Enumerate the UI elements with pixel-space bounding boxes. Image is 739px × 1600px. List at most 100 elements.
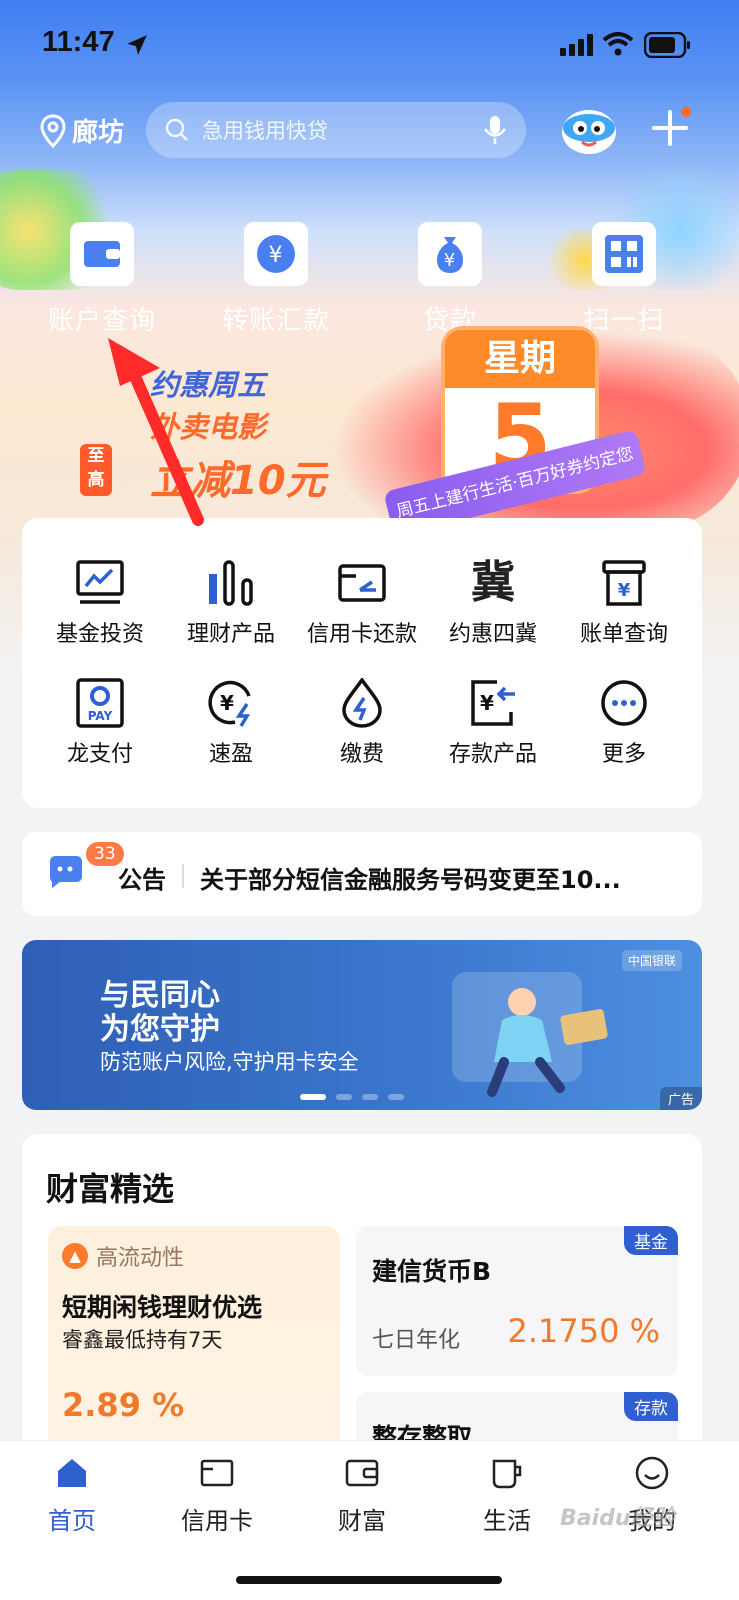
svg-text:¥: ¥	[220, 691, 234, 715]
quick-action-loan[interactable]: ¥ 贷款	[380, 222, 520, 337]
service-bill-query[interactable]: ¥ 账单查询	[556, 558, 692, 648]
credit-card-icon	[200, 1459, 234, 1487]
quick-action-scan[interactable]: 扫一扫	[554, 222, 694, 337]
service-label: 账单查询	[579, 622, 668, 647]
svg-text:¥: ¥	[444, 250, 456, 271]
service-credit-card-repay[interactable]: 信用卡还款	[294, 558, 430, 648]
service-label: 约惠四冀	[448, 622, 537, 647]
product-type-badge: 存款	[624, 1392, 678, 1421]
service-label: 理财产品	[186, 622, 275, 647]
service-label: 更多	[601, 742, 646, 767]
card-repay-icon	[338, 564, 386, 602]
service-suying[interactable]: ¥ 速盈	[163, 678, 299, 768]
cup-icon	[492, 1459, 522, 1489]
wealth-card-title: 短期闲钱理财优选	[62, 1293, 263, 1322]
tab-life[interactable]: 生活	[447, 1455, 567, 1536]
announcement-label: 公告	[118, 866, 166, 894]
wealth-product-card[interactable]: 基金 建信货币B 七日年化 2.1750 %	[356, 1226, 678, 1376]
location-pin-icon	[40, 113, 66, 148]
drop-bolt-icon	[342, 678, 382, 728]
location-selector[interactable]: 廊坊	[40, 112, 124, 149]
tab-label: 信用卡	[181, 1507, 253, 1535]
wallet-icon	[70, 222, 134, 286]
deposit-icon: ¥	[471, 680, 515, 726]
svg-text:PAY: PAY	[88, 709, 113, 723]
banner-subtitle: 防范账户风险,守护用卡安全	[100, 1050, 359, 1074]
status-time: 11:47	[42, 26, 115, 58]
ad-banner[interactable]: 与民同心 为您守护 防范账户风险,守护用卡安全 中国银联 广告	[22, 940, 702, 1110]
service-more[interactable]: 更多	[556, 678, 692, 768]
tab-label: 生活	[483, 1507, 531, 1535]
calendar-head: 星期	[445, 330, 595, 388]
svg-text:¥: ¥	[480, 691, 494, 715]
promo-badge: 至高	[80, 444, 112, 496]
home-icon	[58, 1459, 86, 1487]
home-indicator	[236, 1576, 502, 1584]
section-title: 财富精选	[46, 1170, 175, 1208]
service-label: 存款产品	[448, 742, 537, 767]
service-payment[interactable]: 缴费	[294, 678, 430, 768]
announcement-bar[interactable]: 33 公告 关于部分短信金融服务号码变更至10...	[22, 832, 702, 916]
service-wealth-products[interactable]: 理财产品	[163, 558, 299, 648]
wealth-tag-label: 高流动性	[96, 1246, 185, 1271]
banner-illustration	[452, 972, 608, 1097]
service-label: 速盈	[208, 742, 253, 767]
service-long-pay[interactable]: PAY 龙支付	[32, 678, 168, 768]
pay-icon: PAY	[76, 678, 124, 728]
more-icon	[601, 680, 647, 726]
product-metric-label: 七日年化	[372, 1328, 461, 1353]
scan-icon	[592, 222, 656, 286]
wifi-icon	[602, 32, 634, 56]
wallet-tab-icon	[345, 1459, 379, 1487]
search-input[interactable]: 急用钱用快贷	[146, 102, 526, 158]
announcement-text: 关于部分短信金融服务号码变更至10...	[200, 866, 621, 894]
svg-text:¥: ¥	[269, 243, 284, 268]
money-bag-icon: ¥	[418, 222, 482, 286]
service-fund-investment[interactable]: 基金投资	[32, 558, 168, 648]
quick-action-account-query[interactable]: 账户查询	[32, 222, 172, 337]
product-title: 建信货币B	[372, 1257, 492, 1286]
microphone-icon[interactable]	[482, 114, 508, 146]
ji-icon: 冀	[471, 557, 515, 608]
tab-home[interactable]: 首页	[12, 1455, 132, 1536]
quick-action-transfer[interactable]: ¥ 转账汇款	[206, 222, 346, 337]
ad-label: 广告	[659, 1087, 702, 1110]
promo-banner[interactable]: 约惠周五 外卖电影 至高 立减10元	[80, 362, 340, 512]
product-metric-value: 2.1750 %	[507, 1312, 660, 1350]
tab-credit-card[interactable]: 信用卡	[157, 1455, 277, 1536]
service-deposit-products[interactable]: ¥ 存款产品	[425, 678, 561, 768]
plus-icon[interactable]	[648, 106, 692, 150]
wealth-card-subtitle: 睿鑫最低持有7天	[62, 1328, 223, 1352]
promo-line2: 外卖电影	[150, 410, 267, 444]
quick-action-label: 转账汇款	[221, 306, 330, 336]
mascot-avatar-icon[interactable]	[560, 104, 618, 156]
divider	[182, 864, 184, 888]
status-bar: 11:47	[0, 0, 739, 90]
svg-text:¥: ¥	[618, 580, 631, 601]
smile-icon	[635, 1456, 669, 1490]
search-placeholder: 急用钱用快贷	[202, 119, 328, 143]
tab-wealth[interactable]: 财富	[302, 1455, 422, 1536]
speed-yuan-icon: ¥	[208, 680, 251, 727]
bill-icon: ¥	[602, 560, 646, 606]
wealth-tag: ▲ 高流动性	[62, 1240, 184, 1272]
location-arrow-icon	[127, 35, 147, 55]
transfer-icon: ¥	[244, 222, 308, 286]
service-label: 基金投资	[55, 622, 144, 647]
tab-label: 首页	[48, 1507, 96, 1535]
quick-action-label: 账户查询	[47, 306, 156, 336]
message-bubble-icon	[50, 856, 82, 888]
banner-headline-2: 为您守护	[100, 1012, 220, 1047]
bars-icon	[209, 560, 253, 606]
service-label: 缴费	[339, 742, 384, 767]
tab-label: 财富	[338, 1507, 386, 1535]
watermark: Baidu经验	[560, 1506, 675, 1531]
flame-icon: ▲	[62, 1243, 88, 1269]
quick-action-label: 扫一扫	[583, 306, 665, 336]
signal-icon	[560, 34, 593, 56]
service-label: 龙支付	[66, 742, 133, 767]
service-yuehui-siji[interactable]: 冀 约惠四冀	[425, 558, 561, 648]
service-label: 信用卡还款	[306, 622, 417, 647]
location-label: 廊坊	[72, 118, 125, 148]
promo-line1: 约惠周五	[150, 368, 267, 402]
